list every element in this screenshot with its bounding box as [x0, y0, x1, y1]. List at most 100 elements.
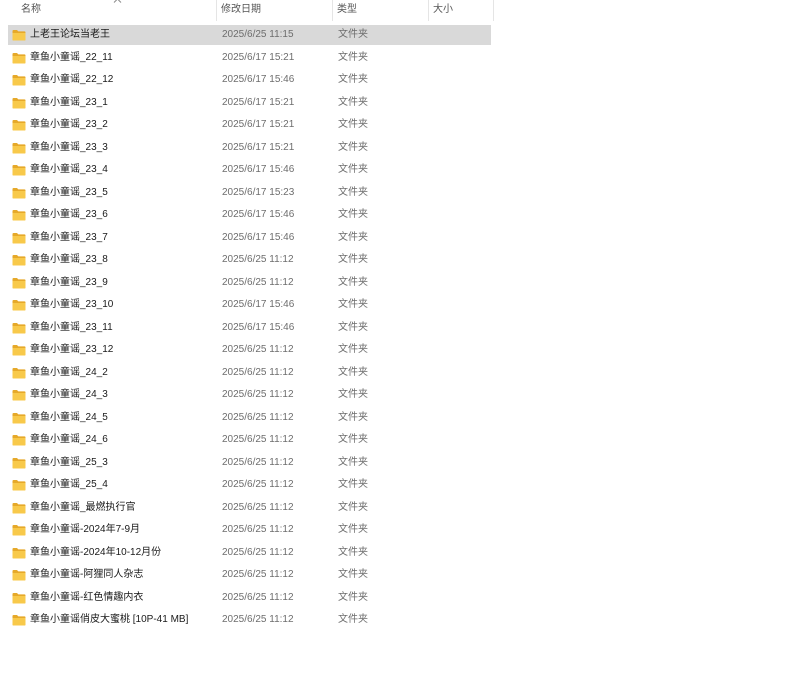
file-type: 文件夹 [338, 254, 368, 265]
file-name: 章鱼小童谣_23_7 [30, 231, 108, 243]
folder-icon [12, 29, 26, 41]
file-type: 文件夹 [338, 479, 368, 490]
file-name: 章鱼小童谣_22_11 [30, 51, 113, 63]
file-row[interactable]: 章鱼小童谣_23_10 2025/6/17 15:46 文件夹 [0, 294, 492, 317]
file-modified-date: 2025/6/25 11:12 [222, 456, 294, 468]
file-modified-date: 2025/6/17 15:46 [222, 74, 295, 85]
file-type: 文件夹 [338, 591, 368, 603]
folder-icon [12, 367, 26, 379]
file-name: 章鱼小童谣_23_5 [30, 186, 108, 198]
file-name: 章鱼小童谣_23_1 [30, 96, 108, 108]
file-row[interactable]: 章鱼小童谣_25_3 2025/6/25 11:12 文件夹 [0, 452, 492, 475]
file-row[interactable]: 章鱼小童谣_24_3 2025/6/25 11:12 文件夹 [0, 384, 492, 407]
file-row[interactable]: 章鱼小童谣俏皮大蜜桃 [10P-41 MB] 2025/6/25 11:12 文件夹 [0, 609, 492, 632]
column-header-size-label: 大小 [433, 4, 453, 15]
file-modified-date: 2025/6/17 15:23 [222, 186, 295, 198]
column-header-name-label: 名称 [21, 4, 41, 15]
file-modified-date: 2025/6/17 15:21 [222, 119, 295, 130]
folder-icon [12, 569, 26, 581]
file-row[interactable]: 上老王论坛当老王 2025/6/25 11:15 文件夹 [0, 24, 492, 47]
file-name: 章鱼小童谣_23_4 [30, 164, 108, 175]
file-name: 章鱼小童谣_23_2 [30, 119, 108, 130]
file-row[interactable]: 章鱼小童谣_24_2 2025/6/25 11:12 文件夹 [0, 362, 492, 385]
file-row[interactable]: 章鱼小童谣-2024年7-9月 2025/6/25 11:12 文件夹 [0, 519, 492, 542]
folder-icon [12, 254, 26, 266]
file-row[interactable]: 章鱼小童谣_最燃执行官 2025/6/25 11:12 文件夹 [0, 497, 492, 520]
folder-icon [12, 524, 26, 536]
file-type: 文件夹 [338, 96, 368, 108]
file-name: 章鱼小童谣_23_6 [30, 209, 108, 220]
file-row[interactable]: 章鱼小童谣_24_5 2025/6/25 11:12 文件夹 [0, 407, 492, 430]
file-name: 章鱼小童谣_23_8 [30, 254, 108, 265]
file-row[interactable]: 章鱼小童谣_23_1 2025/6/17 15:21 文件夹 [0, 92, 492, 115]
file-modified-date: 2025/6/17 15:46 [222, 231, 295, 243]
file-name: 章鱼小童谣-红色情趣内衣 [30, 591, 144, 603]
file-type: 文件夹 [338, 344, 368, 355]
folder-icon [12, 52, 26, 64]
file-row[interactable]: 章鱼小童谣-红色情趣内衣 2025/6/25 11:12 文件夹 [0, 587, 492, 610]
folder-icon [12, 277, 26, 289]
file-row[interactable]: 章鱼小童谣_24_6 2025/6/25 11:12 文件夹 [0, 429, 492, 452]
file-row[interactable]: 章鱼小童谣_23_11 2025/6/17 15:46 文件夹 [0, 317, 492, 340]
file-modified-date: 2025/6/25 11:12 [222, 479, 294, 490]
column-header-size[interactable]: 大小 [429, 0, 494, 21]
folder-icon [12, 232, 26, 244]
file-name: 章鱼小童谣_23_12 [30, 344, 114, 355]
file-type: 文件夹 [338, 546, 368, 558]
file-name: 章鱼小童谣_23_9 [30, 276, 108, 288]
file-row[interactable]: 章鱼小童谣-2024年10-12月份 2025/6/25 11:12 文件夹 [0, 542, 492, 565]
file-modified-date: 2025/6/25 11:15 [222, 29, 294, 40]
file-type: 文件夹 [338, 231, 368, 243]
column-header-date[interactable]: 修改日期 [217, 0, 333, 21]
file-type: 文件夹 [338, 141, 368, 153]
folder-icon [12, 412, 26, 424]
file-name: 章鱼小童谣_23_10 [30, 299, 114, 310]
file-modified-date: 2025/6/25 11:12 [222, 569, 294, 580]
file-row[interactable]: 章鱼小童谣-阿狸同人杂志 2025/6/25 11:12 文件夹 [0, 564, 492, 587]
folder-icon [12, 389, 26, 401]
file-row[interactable]: 章鱼小童谣_23_12 2025/6/25 11:12 文件夹 [0, 339, 492, 362]
folder-icon [12, 187, 26, 199]
file-row[interactable]: 章鱼小童谣_23_2 2025/6/17 15:21 文件夹 [0, 114, 492, 137]
file-type: 文件夹 [338, 276, 368, 288]
file-modified-date: 2025/6/17 15:46 [222, 164, 295, 175]
file-row[interactable]: 章鱼小童谣_23_7 2025/6/17 15:46 文件夹 [0, 227, 492, 250]
file-name: 上老王论坛当老王 [30, 29, 110, 40]
folder-icon [12, 592, 26, 604]
file-type: 文件夹 [338, 29, 368, 40]
folder-icon [12, 344, 26, 356]
file-modified-date: 2025/6/17 15:21 [222, 141, 295, 153]
file-type: 文件夹 [338, 186, 368, 198]
file-modified-date: 2025/6/25 11:12 [222, 501, 294, 513]
file-modified-date: 2025/6/17 15:21 [222, 96, 295, 108]
file-modified-date: 2025/6/25 11:12 [222, 389, 294, 400]
file-row[interactable]: 章鱼小童谣_23_6 2025/6/17 15:46 文件夹 [0, 204, 492, 227]
file-modified-date: 2025/6/25 11:12 [222, 546, 294, 558]
file-row[interactable]: 章鱼小童谣_25_4 2025/6/25 11:12 文件夹 [0, 474, 492, 497]
file-name: 章鱼小童谣_22_12 [30, 74, 114, 85]
file-name: 章鱼小童谣_24_2 [30, 366, 108, 378]
file-type: 文件夹 [338, 74, 368, 85]
file-modified-date: 2025/6/25 11:12 [222, 366, 294, 378]
file-type: 文件夹 [338, 51, 368, 63]
file-modified-date: 2025/6/25 11:12 [222, 614, 294, 625]
file-modified-date: 2025/6/25 11:12 [222, 411, 294, 423]
file-type: 文件夹 [338, 389, 368, 400]
folder-icon [12, 322, 26, 334]
folder-icon [12, 479, 26, 491]
folder-icon [12, 299, 26, 311]
column-header-date-label: 修改日期 [221, 4, 261, 15]
file-type: 文件夹 [338, 164, 368, 175]
file-row[interactable]: 章鱼小童谣_23_3 2025/6/17 15:21 文件夹 [0, 137, 492, 160]
file-row[interactable]: 章鱼小童谣_22_12 2025/6/17 15:46 文件夹 [0, 69, 492, 92]
file-type: 文件夹 [338, 299, 368, 310]
file-row[interactable]: 章鱼小童谣_23_4 2025/6/17 15:46 文件夹 [0, 159, 492, 182]
file-type: 文件夹 [338, 456, 368, 468]
file-row[interactable]: 章鱼小童谣_23_5 2025/6/17 15:23 文件夹 [0, 182, 492, 205]
folder-icon [12, 502, 26, 514]
file-row[interactable]: 章鱼小童谣_22_11 2025/6/17 15:21 文件夹 [0, 47, 492, 70]
file-row[interactable]: 章鱼小童谣_23_9 2025/6/25 11:12 文件夹 [0, 272, 492, 295]
column-header-type[interactable]: 类型 [333, 0, 429, 21]
file-name: 章鱼小童谣_25_3 [30, 456, 108, 468]
file-row[interactable]: 章鱼小童谣_23_8 2025/6/25 11:12 文件夹 [0, 249, 492, 272]
